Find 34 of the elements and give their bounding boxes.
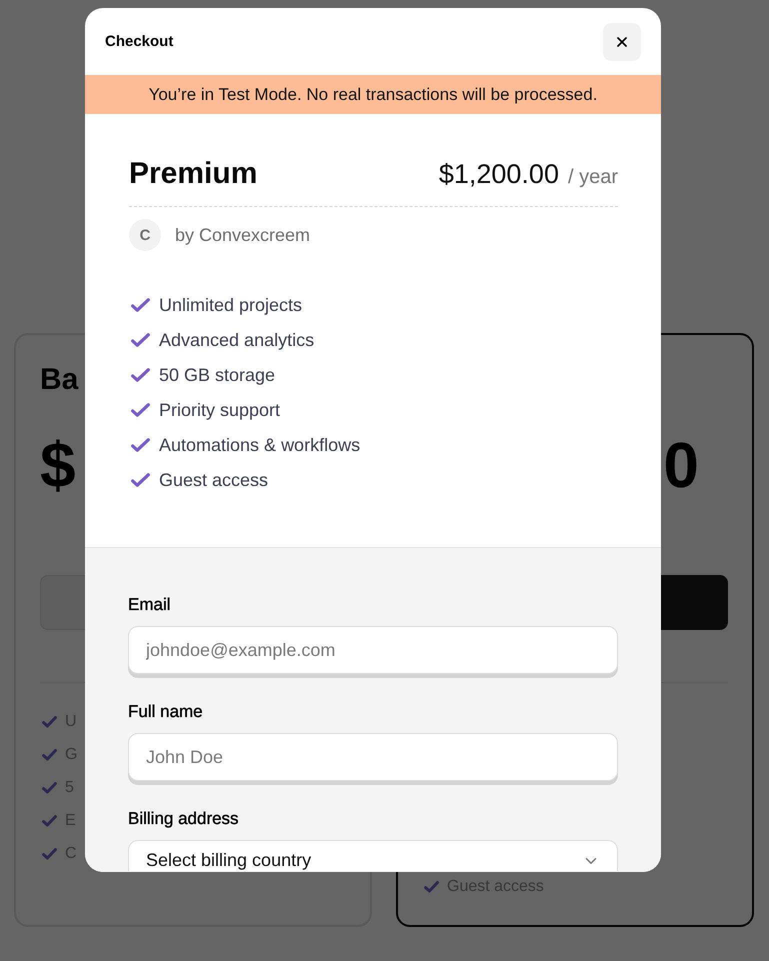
check-icon	[424, 881, 439, 893]
billing-period: / year	[568, 166, 618, 189]
feature-text: 50 GB storage	[159, 364, 276, 386]
check-icon	[131, 368, 150, 382]
country-select[interactable]: Select billing country	[128, 840, 618, 871]
feature-text: Guest access	[159, 470, 268, 490]
check-icon	[42, 815, 57, 827]
feature-text: Advanced analytics	[159, 330, 314, 350]
field-label: Full name	[128, 701, 204, 723]
check-icon	[42, 716, 57, 728]
test-mode-banner: You’re in Test Mode. No real transactions will be processed.	[85, 75, 661, 114]
check-icon	[131, 403, 150, 417]
field-label: Billing address	[128, 808, 240, 830]
check-icon	[131, 298, 150, 312]
feature-text: Priority support	[159, 400, 280, 420]
close-button[interactable]	[603, 22, 641, 60]
plan-price: $	[40, 428, 76, 503]
input-field[interactable]: John Doe	[128, 733, 618, 781]
check-icon	[42, 782, 57, 794]
check-icon	[42, 749, 57, 761]
check-icon	[131, 438, 150, 452]
feature-text: Automations & workflows	[159, 434, 360, 456]
seller-avatar: C	[129, 219, 161, 251]
feature-text: Unlimited projects	[159, 294, 302, 316]
check-icon	[42, 848, 57, 860]
field-label: Email	[128, 594, 172, 616]
dialog-title: Checkout	[105, 33, 174, 50]
seller-name: by Convexcreem	[175, 224, 310, 246]
plan-price: 0	[663, 428, 699, 503]
product-name: Premium	[129, 156, 258, 192]
check-icon	[131, 473, 150, 487]
plan-title: Ba	[40, 362, 78, 398]
product-price: $1,200.00	[438, 159, 559, 190]
check-icon	[131, 333, 150, 347]
